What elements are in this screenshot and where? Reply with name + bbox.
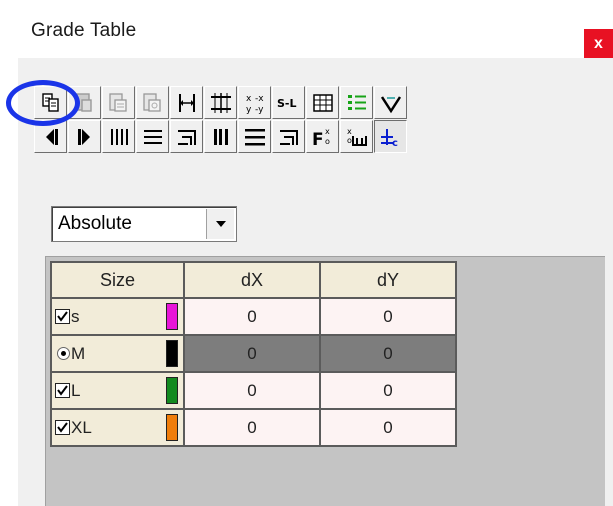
close-icon: x [594,34,603,52]
horizontal-lines-button[interactable] [136,120,169,153]
grade-rule-icon: c [380,128,398,149]
size-color-swatch[interactable] [166,340,178,367]
size-checkbox[interactable] [55,383,70,399]
grade-table: Size dX dY s 0 0 M 0 0 L 0 0 XL 0 0 [50,261,457,447]
dy-cell[interactable]: 0 [319,334,457,373]
window-title: Grade Table [31,20,137,41]
format-icon: F x o [312,127,330,150]
s-to-l-button[interactable]: S-L [272,86,305,119]
svg-text:x: x [246,94,252,104]
size-label: s [71,306,80,326]
column-header-size[interactable]: Size [50,261,185,299]
title-bar: Grade Table x [18,0,613,58]
insert-column-button[interactable] [170,86,203,119]
svg-text:o: o [325,137,330,146]
toolbar-row-1: x -x y -y S-L [34,86,408,119]
align-right-icon [177,129,196,145]
previous-icon [45,128,58,145]
checkmark-icon [57,385,68,396]
thick-horizontal-lines-button[interactable] [238,120,271,153]
size-color-swatch[interactable] [166,414,178,441]
size-cell[interactable]: XL [50,408,185,447]
dx-cell[interactable]: 0 [183,334,321,373]
svg-text:y: y [246,105,252,115]
align-right-alt-icon [279,129,298,145]
insert-column-icon [178,93,195,112]
checkmark-icon [57,311,68,322]
svg-text:c: c [392,138,398,149]
size-cell[interactable]: M [50,334,185,373]
thick-vertical-lines-button[interactable] [204,120,237,153]
align-right-button[interactable] [170,120,203,153]
insert-row-icon [210,92,231,113]
column-header-dy[interactable]: dY [319,261,457,299]
chevron-down-icon [215,221,226,227]
close-button[interactable]: x [584,29,613,58]
size-checkbox[interactable] [55,309,70,325]
vertical-lines-button[interactable] [102,120,135,153]
measure-icon: x o [347,127,367,146]
dy-cell[interactable]: 0 [319,297,457,336]
checkmark-icon [380,95,401,113]
svg-text:F: F [312,130,324,150]
paste-values-icon [142,92,161,112]
svg-text:x: x [325,127,330,136]
next-button[interactable] [68,120,101,153]
thick-vertical-lines-icon [213,128,228,145]
list-icon [347,94,366,110]
svg-text:x: x [347,127,352,136]
svg-text:S-L: S-L [277,97,297,110]
table-view-button[interactable] [306,86,339,119]
mode-select[interactable]: Absolute [51,206,237,242]
paste-values-button[interactable] [136,86,169,119]
size-cell[interactable]: L [50,371,185,410]
list-view-button[interactable] [340,86,373,119]
size-checkbox[interactable] [55,420,70,436]
mode-select-arrow-button[interactable] [206,209,234,239]
table-icon [312,93,333,112]
grade-table-window: Grade Table x x -x y -y S-L F x o x o c … [18,0,613,506]
size-cell[interactable]: s [50,297,185,336]
mode-select-value: Absolute [58,213,132,234]
svg-text:-y: -y [255,105,264,115]
table-row[interactable]: M 00 [50,334,457,373]
grade-rule-button[interactable]: c [374,120,407,153]
table-header-row: Size dX dY [50,261,457,299]
size-label: XL [71,417,92,437]
measure-button[interactable]: x o [340,120,373,153]
dx-cell[interactable]: 0 [183,408,321,447]
format-button[interactable]: F x o [306,120,339,153]
dx-cell[interactable]: 0 [183,297,321,336]
svg-text:-x: -x [255,94,264,104]
toolbar-row-2: F x o x o c [34,120,408,153]
table-row[interactable]: L 00 [50,371,457,410]
vertical-lines-icon [110,128,128,145]
table-row[interactable]: s 00 [50,297,457,336]
next-icon [77,128,90,145]
size-label: M [71,343,86,363]
checkmark-icon [57,422,68,433]
thick-horizontal-lines-icon [244,128,265,145]
align-right-alt-button[interactable] [272,120,305,153]
size-label: L [71,380,81,400]
checkmark-button[interactable] [374,86,407,119]
highlight-annotation-circle [6,80,80,126]
swap-xy-button[interactable]: x -x y -y [238,86,271,119]
size-color-swatch[interactable] [166,377,178,404]
insert-row-button[interactable] [204,86,237,119]
column-header-dx[interactable]: dX [183,261,321,299]
horizontal-lines-icon [143,129,162,144]
dy-cell[interactable]: 0 [319,408,457,447]
paste-special-button[interactable] [102,86,135,119]
svg-text:o: o [347,136,352,145]
s-to-l-icon: S-L [277,97,297,110]
table-row[interactable]: XL 0 0 [50,408,457,447]
size-color-swatch[interactable] [166,303,178,330]
grade-grid-area: Size dX dY s 0 0 M 0 0 L 0 0 XL 0 0 [45,256,605,506]
swap-xy-icon: x -x y -y [246,94,264,115]
dy-cell[interactable]: 0 [319,371,457,410]
paste-special-icon [108,92,127,112]
size-radio-button[interactable] [57,347,70,361]
dx-cell[interactable]: 0 [183,371,321,410]
